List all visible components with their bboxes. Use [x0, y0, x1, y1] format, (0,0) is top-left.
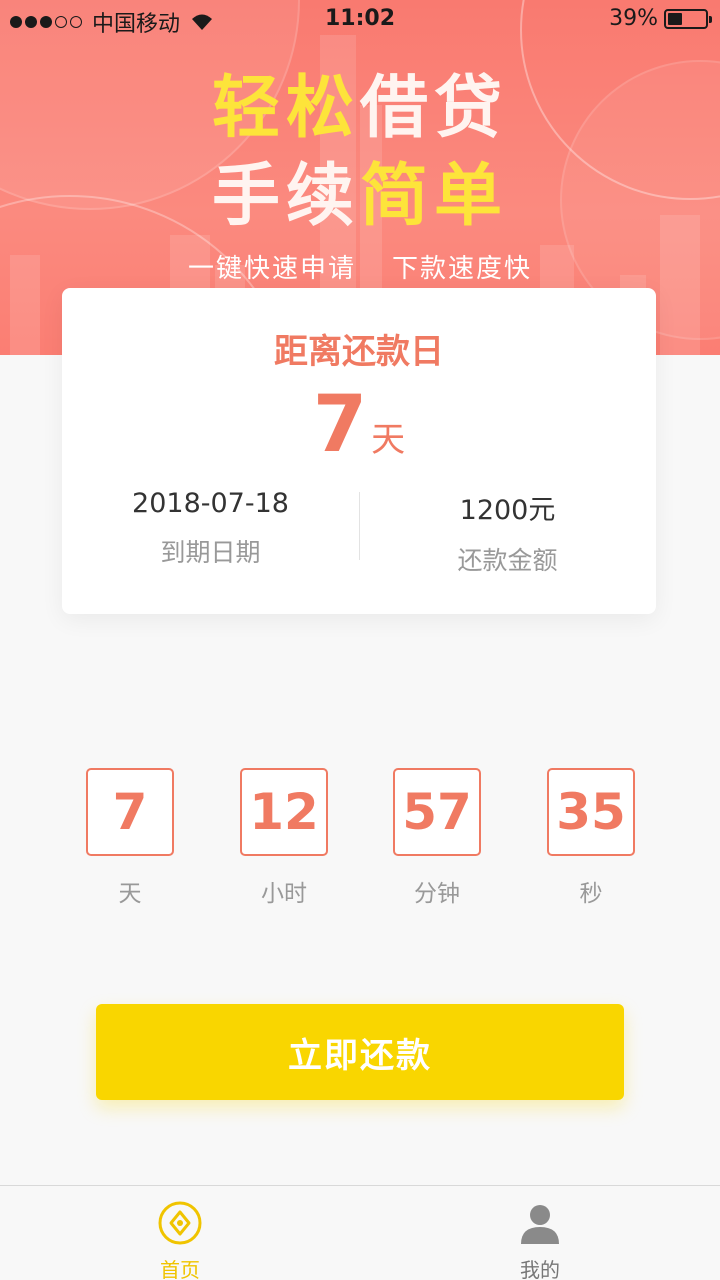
countdown-minutes: 57 分钟	[393, 768, 481, 908]
countdown-minutes-value: 57	[393, 768, 481, 856]
countdown-days: 7 天	[86, 768, 174, 908]
due-date-column: 2018-07-18 到期日期	[62, 488, 359, 569]
repayment-card: 距离还款日 7天 2018-07-18 到期日期 1200元 还款金额	[62, 288, 656, 614]
countdown-seconds-label: 秒	[579, 881, 603, 907]
coin-icon	[158, 1201, 202, 1245]
countdown-hours-value: 12	[240, 768, 328, 856]
tagline-left: 一键快速申请	[187, 254, 356, 284]
repay-now-button[interactable]: 立即还款	[96, 1004, 624, 1100]
headline-line-2: 手续简单	[211, 157, 509, 236]
due-date-value: 2018-07-18	[132, 488, 289, 519]
tab-home-label: 首页	[160, 1258, 200, 1280]
user-icon	[521, 1205, 559, 1244]
days-remaining-value: 7	[312, 380, 368, 470]
amount-column: 1200元 还款金额	[359, 488, 656, 577]
card-title: 距离还款日	[274, 332, 444, 372]
countdown-days-value: 7	[86, 768, 174, 856]
tagline-right: 下款速度快	[392, 254, 533, 284]
battery-percent: 39%	[609, 6, 658, 31]
countdown-seconds: 35 秒	[547, 768, 635, 908]
days-remaining-unit: 天	[371, 420, 406, 460]
due-date-label: 到期日期	[160, 538, 261, 567]
amount-label: 还款金额	[457, 546, 558, 575]
tagline: 一键快速申请 下款速度快	[0, 248, 720, 285]
status-bar: 中国移动 11:02 39%	[0, 0, 720, 40]
tab-home[interactable]: 首页	[0, 1186, 360, 1280]
countdown-seconds-value: 35	[547, 768, 635, 856]
countdown-hours-label: 小时	[261, 881, 307, 907]
battery-icon	[664, 8, 712, 29]
bottom-tab-bar: 首页 我的	[0, 1185, 720, 1280]
countdown-days-label: 天	[118, 881, 142, 907]
days-remaining: 7天	[62, 380, 656, 470]
tab-mine[interactable]: 我的	[360, 1186, 720, 1280]
headline-line-1: 轻松借贷	[211, 69, 509, 148]
countdown-minutes-label: 分钟	[414, 881, 460, 907]
tab-mine-label: 我的	[520, 1258, 560, 1280]
countdown-hours: 12 小时	[240, 768, 328, 908]
amount-value: 1200元	[459, 495, 556, 526]
